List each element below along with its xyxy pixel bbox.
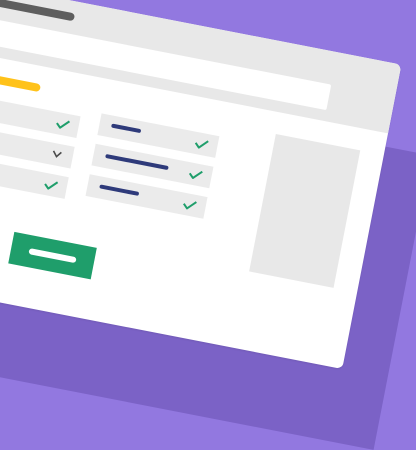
check-icon bbox=[53, 115, 72, 134]
button-label-placeholder bbox=[28, 248, 77, 264]
check-icon bbox=[192, 135, 211, 154]
form-field-name[interactable] bbox=[0, 86, 81, 139]
field-value-placeholder bbox=[105, 153, 169, 171]
address-bar[interactable] bbox=[0, 9, 332, 111]
form-heading-placeholder bbox=[0, 63, 42, 93]
check-icon bbox=[42, 176, 61, 195]
check-icon bbox=[186, 165, 205, 184]
field-value-placeholder bbox=[111, 123, 142, 134]
side-panel bbox=[249, 134, 361, 288]
chevron-down-icon[interactable] bbox=[47, 145, 66, 164]
window-title-placeholder bbox=[0, 0, 76, 22]
browser-window bbox=[0, 0, 402, 369]
check-icon bbox=[180, 195, 199, 214]
submit-button[interactable] bbox=[8, 231, 97, 280]
field-value-placeholder bbox=[99, 184, 140, 196]
